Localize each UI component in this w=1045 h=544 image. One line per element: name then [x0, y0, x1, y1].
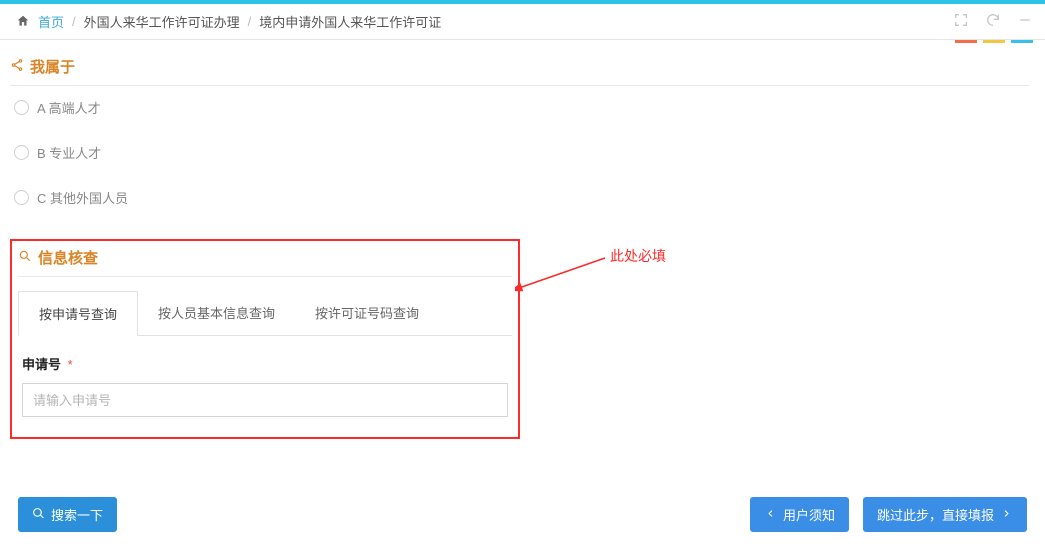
home-icon — [16, 14, 30, 29]
infocheck-highlight-box: 信息核查 按申请号查询 按人员基本信息查询 按许可证号码查询 申请号 * — [10, 239, 520, 439]
radio-option-c[interactable]: C 其他外国人员 — [14, 188, 1029, 207]
infocheck-title: 信息核查 — [18, 247, 512, 277]
radio-icon — [14, 145, 29, 160]
breadcrumb-sep: / — [248, 14, 252, 29]
search-icon — [18, 249, 32, 267]
category-title: 我属于 — [10, 56, 1029, 86]
category-options: A 高端人才 B 专业人才 C 其他外国人员 — [14, 98, 1029, 207]
radio-icon — [14, 190, 29, 205]
infocheck-tabs: 按申请号查询 按人员基本信息查询 按许可证号码查询 — [18, 291, 512, 336]
refresh-icon[interactable] — [985, 12, 1001, 31]
share-icon — [10, 58, 24, 76]
tab-by-permit-no[interactable]: 按许可证号码查询 — [295, 291, 439, 335]
breadcrumb: 首页 / 外国人来华工作许可证办理 / 境内申请外国人来华工作许可证 — [16, 12, 441, 31]
required-mark: * — [68, 357, 73, 372]
breadcrumb-bar: 首页 / 外国人来华工作许可证办理 / 境内申请外国人来华工作许可证 — [0, 4, 1045, 40]
toolbar-icons — [953, 12, 1033, 31]
accent-strip — [955, 40, 1033, 43]
arrow-left-icon — [764, 507, 777, 523]
application-no-field: 申请号 * — [18, 354, 512, 417]
radio-option-b[interactable]: B 专业人才 — [14, 143, 1029, 162]
tab-by-person-info[interactable]: 按人员基本信息查询 — [138, 291, 295, 335]
bottom-bar: 搜索一下 用户须知 跳过此步，直接填报 — [0, 497, 1045, 532]
breadcrumb-level2: 境内申请外国人来华工作许可证 — [259, 12, 441, 31]
radio-option-a[interactable]: A 高端人才 — [14, 98, 1029, 117]
breadcrumb-sep: / — [72, 14, 76, 29]
application-no-label: 申请号 — [22, 357, 61, 372]
application-no-input[interactable] — [22, 383, 508, 417]
breadcrumb-level1: 外国人来华工作许可证办理 — [84, 12, 240, 31]
minimize-icon[interactable] — [1017, 12, 1033, 31]
skip-fill-button[interactable]: 跳过此步，直接填报 — [863, 497, 1027, 532]
user-notice-button[interactable]: 用户须知 — [750, 497, 849, 532]
search-icon — [32, 507, 45, 523]
search-button[interactable]: 搜索一下 — [18, 497, 117, 532]
breadcrumb-home[interactable]: 首页 — [38, 12, 64, 31]
fullscreen-icon[interactable] — [953, 12, 969, 31]
arrow-right-icon — [1000, 507, 1013, 523]
radio-icon — [14, 100, 29, 115]
tab-by-application-no[interactable]: 按申请号查询 — [18, 291, 138, 336]
